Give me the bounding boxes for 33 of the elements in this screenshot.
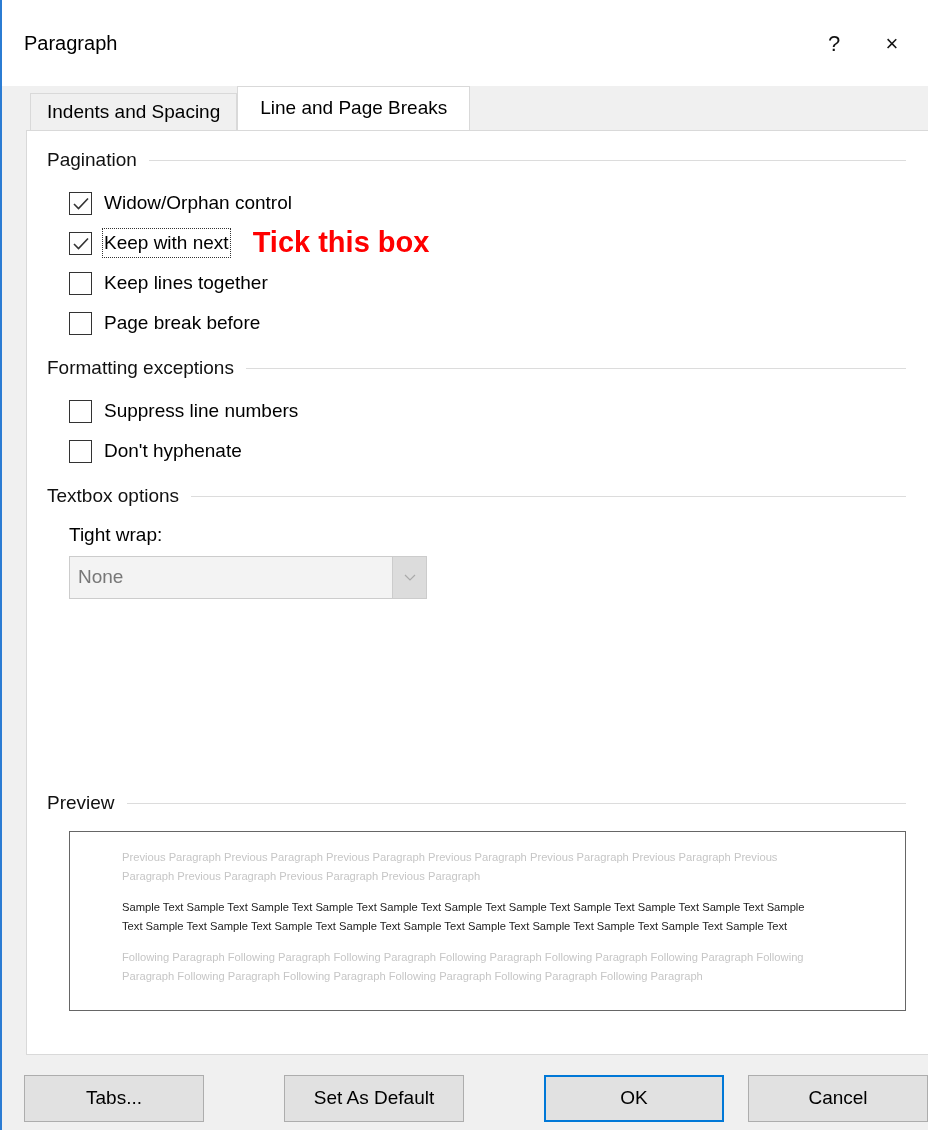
tab[interactable]: Line and Page Breaks (237, 86, 471, 130)
dialog-button[interactable]: Cancel (748, 1075, 928, 1122)
checkbox-label[interactable]: Page break before (102, 307, 263, 339)
dialog-button[interactable]: OK (544, 1075, 724, 1122)
checkbox[interactable] (69, 439, 92, 463)
previous-paragraph-text: Previous Paragraph Previous Paragraph Previous Paragraph Previous Paragraph Previous Paragraph Previous Paragraph Previous Paragraph Previous Paragraph Previous Paragraph Previous Paragraph (122, 849, 779, 884)
tab[interactable]: Indents and Spacing (30, 93, 238, 130)
help-button[interactable]: ? (812, 26, 856, 60)
field-label: Tight wrap: (69, 523, 164, 547)
check-icon (72, 196, 89, 210)
window-title: Paragraph (24, 31, 119, 56)
checkbox[interactable] (69, 311, 92, 335)
checkbox[interactable] (69, 231, 92, 255)
check-icon (72, 236, 89, 250)
checkbox-label[interactable]: Keep with next (102, 227, 231, 259)
section-heading: Pagination (47, 147, 137, 172)
checkbox[interactable] (69, 399, 92, 423)
checkbox[interactable] (69, 191, 92, 215)
checkbox-label[interactable]: Keep lines together (102, 267, 270, 299)
chevron-down-icon (403, 573, 416, 581)
section-heading: Preview (47, 791, 115, 816)
section-heading: Textbox options (47, 483, 180, 508)
section-heading: Formatting exceptions (47, 355, 234, 380)
dialog-button[interactable]: Set As Default (284, 1075, 464, 1122)
checkbox-label[interactable]: Widow/Orphan control (102, 187, 294, 219)
following-paragraph-text: Following Paragraph Following Paragraph Following Paragraph Following Paragraph Following Paragraph Following Paragraph Following Paragraph Following Paragraph Following Paragraph Following Paragraph Following Paragraph Following Paragraph (122, 949, 805, 984)
checkbox[interactable] (69, 271, 92, 295)
dialog-button[interactable]: Tabs... (24, 1075, 204, 1122)
checkbox-label[interactable]: Don't hyphenate (102, 435, 244, 467)
annotation-text: Tick this box (252, 225, 430, 261)
close-button[interactable]: × (870, 26, 914, 60)
checkbox-label[interactable]: Suppress line numbers (102, 395, 301, 427)
sample-text: Sample Text Sample Text Sample Text Sample Text Sample Text Sample Text Sample Text Sample Text Sample Text Sample Text Sample Text Sample Text Sample Text Sample Text Sample Text Sample Text Sample Text Sample Text Sample Text Sample Text Sample Text (122, 899, 806, 934)
